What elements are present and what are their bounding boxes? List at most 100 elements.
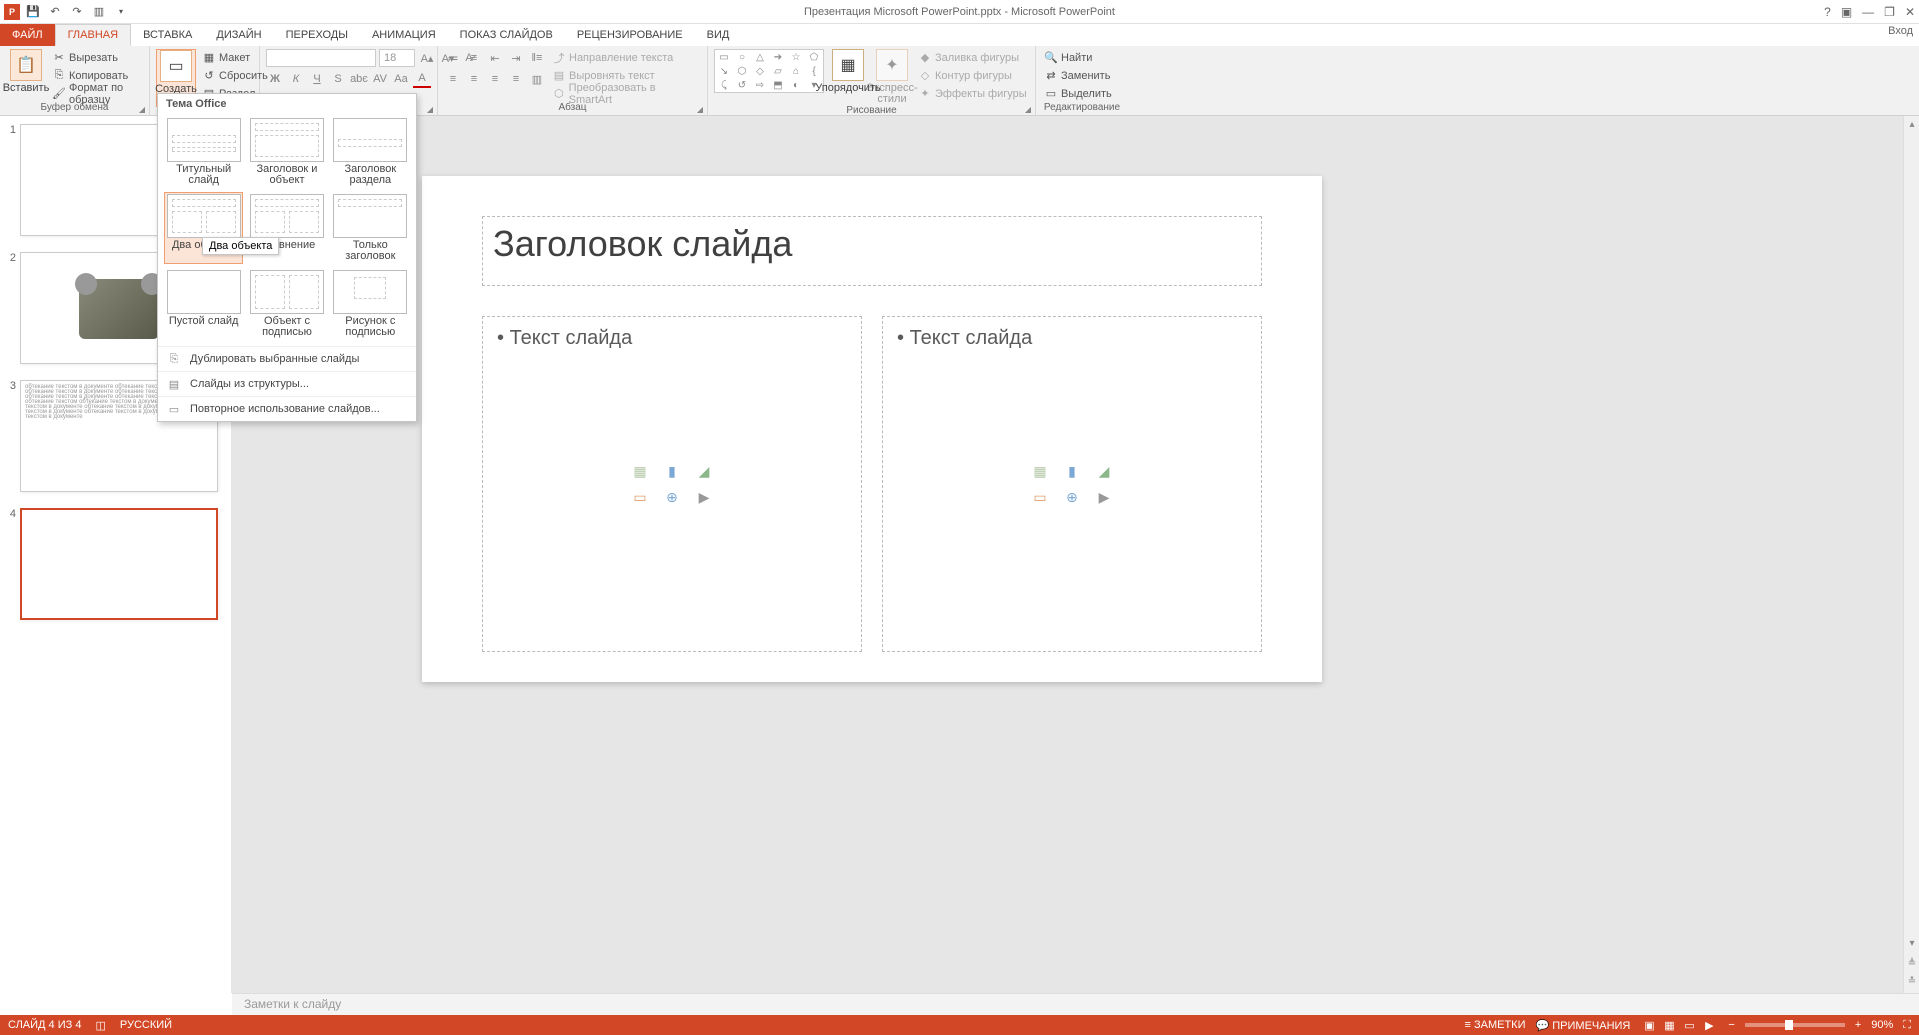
select-button[interactable]: ▭Выделить <box>1042 85 1114 102</box>
title-placeholder[interactable]: Заголовок слайда <box>482 216 1262 286</box>
insert-table-icon[interactable]: ▦ <box>1027 461 1053 481</box>
vertical-scrollbar[interactable]: ▴ ▾ ≜ ≛ <box>1903 116 1919 993</box>
align-center-icon[interactable]: ≡ <box>465 70 483 88</box>
content-placeholder-right[interactable]: • Текст слайда ▦ ▮ ◢ ▭ ⊕ ▶ <box>882 316 1262 652</box>
insert-picture-icon[interactable]: ▭ <box>1027 487 1053 507</box>
sorter-view-icon[interactable]: ▦ <box>1660 1017 1678 1033</box>
tab-review[interactable]: РЕЦЕНЗИРОВАНИЕ <box>565 24 695 46</box>
text-shadow-icon[interactable]: abє <box>350 70 368 88</box>
strikethrough-icon[interactable]: S <box>329 70 347 88</box>
layout-picture-caption[interactable]: Рисунок с подписью <box>331 268 410 340</box>
char-spacing-icon[interactable]: AV <box>371 70 389 88</box>
slide-canvas[interactable]: Заголовок слайда • Текст слайда ▦ ▮ ◢ ▭ … <box>422 176 1322 682</box>
increase-font-icon[interactable]: A▴ <box>418 49 436 67</box>
duplicate-slides-menu[interactable]: ⎘Дублировать выбранные слайды <box>158 346 416 371</box>
close-icon[interactable]: ✕ <box>1905 5 1915 19</box>
slide-counter[interactable]: СЛАЙД 4 ИЗ 4 <box>8 1019 81 1031</box>
content-placeholder-left[interactable]: • Текст слайда ▦ ▮ ◢ ▭ ⊕ ▶ <box>482 316 862 652</box>
increase-indent-icon[interactable]: ⇥ <box>507 49 525 67</box>
next-slide-icon[interactable]: ≛ <box>1907 975 1917 987</box>
insert-video-icon[interactable]: ▶ <box>1091 487 1117 507</box>
minimize-icon[interactable]: — <box>1862 5 1874 19</box>
decrease-indent-icon[interactable]: ⇤ <box>486 49 504 67</box>
insert-smartart-icon[interactable]: ◢ <box>1091 461 1117 481</box>
arrange-button[interactable]: ▦ Упорядочить <box>828 49 868 94</box>
tab-slideshow[interactable]: ПОКАЗ СЛАЙДОВ <box>448 24 565 46</box>
insert-smartart-icon[interactable]: ◢ <box>691 461 717 481</box>
layout-section-header[interactable]: Заголовок раздела <box>331 116 410 188</box>
paragraph-launcher-icon[interactable]: ◢ <box>695 104 705 114</box>
drawing-launcher-icon[interactable]: ◢ <box>1023 104 1033 114</box>
prev-slide-icon[interactable]: ≜ <box>1907 957 1917 969</box>
save-icon[interactable]: 💾 <box>24 3 42 21</box>
align-left-icon[interactable]: ≡ <box>444 70 462 88</box>
tab-design[interactable]: ДИЗАЙН <box>204 24 273 46</box>
underline-icon[interactable]: Ч <box>308 70 326 88</box>
slides-from-outline-menu[interactable]: ▤Слайды из структуры... <box>158 371 416 396</box>
bold-icon[interactable]: Ж <box>266 70 284 88</box>
change-case-icon[interactable]: Aa <box>392 70 410 88</box>
justify-icon[interactable]: ≡ <box>507 70 525 88</box>
tab-insert[interactable]: ВСТАВКА <box>131 24 204 46</box>
format-painter-button[interactable]: 🖌Формат по образцу <box>50 85 143 102</box>
align-right-icon[interactable]: ≡ <box>486 70 504 88</box>
comments-toggle[interactable]: 💬 ПРИМЕЧАНИЯ <box>1536 1019 1631 1032</box>
insert-chart-icon[interactable]: ▮ <box>659 461 685 481</box>
find-button[interactable]: 🔍Найти <box>1042 49 1114 66</box>
start-slideshow-icon[interactable]: ▥ <box>90 3 108 21</box>
maximize-icon[interactable]: ❐ <box>1884 5 1895 19</box>
replace-button[interactable]: ⇄Заменить <box>1042 67 1114 84</box>
insert-picture-icon[interactable]: ▭ <box>627 487 653 507</box>
numbering-icon[interactable]: ≡ <box>465 49 483 67</box>
notes-toggle[interactable]: ≡ ЗАМЕТКИ <box>1465 1019 1526 1031</box>
paste-button[interactable]: 📋 Вставить <box>6 49 46 94</box>
insert-table-icon[interactable]: ▦ <box>627 461 653 481</box>
qat-customize-icon[interactable]: ▾ <box>112 3 130 21</box>
slide-thumbnail-4[interactable] <box>20 508 218 620</box>
undo-icon[interactable]: ↶ <box>46 3 64 21</box>
tab-home[interactable]: ГЛАВНАЯ <box>55 24 131 46</box>
zoom-slider[interactable] <box>1745 1023 1845 1027</box>
layout-content-caption[interactable]: Объект с подписью <box>247 268 326 340</box>
layout-title-slide[interactable]: Титульный слайд <box>164 116 243 188</box>
quick-styles-button[interactable]: ✦ Экспресс-стили <box>872 49 912 105</box>
tab-transitions[interactable]: ПЕРЕХОДЫ <box>274 24 360 46</box>
layout-title-content[interactable]: Заголовок и объект <box>247 116 326 188</box>
language-indicator[interactable]: РУССКИЙ <box>120 1019 172 1031</box>
normal-view-icon[interactable]: ▣ <box>1640 1017 1658 1033</box>
notes-pane[interactable]: Заметки к слайду <box>232 993 1919 1017</box>
columns-icon[interactable]: ▥ <box>528 70 546 88</box>
font-family-combo[interactable] <box>266 49 376 67</box>
line-spacing-icon[interactable]: ‖≡ <box>528 49 546 67</box>
zoom-out-icon[interactable]: − <box>1728 1019 1734 1031</box>
login-link[interactable]: Вход <box>1888 25 1913 37</box>
tab-file[interactable]: ФАЙЛ <box>0 24 55 46</box>
zoom-level[interactable]: 90% <box>1871 1019 1893 1031</box>
font-color-icon[interactable]: A <box>413 70 431 88</box>
cut-button[interactable]: ✂Вырезать <box>50 49 143 66</box>
tab-view[interactable]: ВИД <box>695 24 742 46</box>
layout-blank[interactable]: Пустой слайд <box>164 268 243 340</box>
reading-view-icon[interactable]: ▭ <box>1680 1017 1698 1033</box>
insert-chart-icon[interactable]: ▮ <box>1059 461 1085 481</box>
shapes-gallery[interactable]: ▭○△➔☆⬠ ↘⬡◇▱⌂{ ⤹↺⇨⬒◐▾ <box>714 49 824 93</box>
redo-icon[interactable]: ↷ <box>68 3 86 21</box>
reuse-slides-menu[interactable]: ▭Повторное использование слайдов... <box>158 396 416 421</box>
zoom-in-icon[interactable]: + <box>1855 1019 1861 1031</box>
scroll-down-icon[interactable]: ▾ <box>1907 937 1917 949</box>
slideshow-view-icon[interactable]: ▶ <box>1700 1017 1718 1033</box>
bullets-icon[interactable]: ≔ <box>444 49 462 67</box>
spellcheck-icon[interactable]: ◫ <box>95 1019 105 1032</box>
font-size-combo[interactable]: 18 <box>379 49 415 67</box>
help-icon[interactable]: ? <box>1824 5 1831 19</box>
font-launcher-icon[interactable]: ◢ <box>425 104 435 114</box>
layout-title-only[interactable]: Только заголовок <box>331 192 410 264</box>
insert-online-picture-icon[interactable]: ⊕ <box>1059 487 1085 507</box>
ribbon-collapse-icon[interactable]: ▣ <box>1841 5 1852 19</box>
insert-online-picture-icon[interactable]: ⊕ <box>659 487 685 507</box>
clipboard-launcher-icon[interactable]: ◢ <box>137 104 147 114</box>
scroll-up-icon[interactable]: ▴ <box>1907 118 1917 130</box>
italic-icon[interactable]: К <box>287 70 305 88</box>
insert-video-icon[interactable]: ▶ <box>691 487 717 507</box>
tab-animation[interactable]: АНИМАЦИЯ <box>360 24 448 46</box>
